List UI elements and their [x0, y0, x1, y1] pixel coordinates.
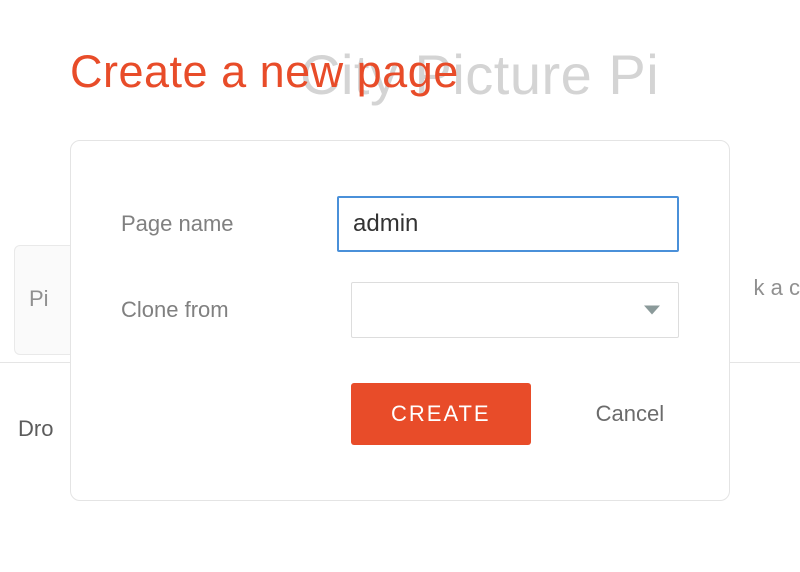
background-drop-text: Dro [18, 416, 53, 442]
clone-from-row: Clone from [121, 282, 679, 338]
background-box-text: Pi [29, 286, 49, 311]
chevron-down-icon [644, 306, 660, 315]
clone-from-label: Clone from [121, 297, 351, 323]
page-name-input[interactable] [337, 196, 679, 252]
create-page-dialog: Page name Clone from CREATE Cancel [70, 140, 730, 501]
page-name-row: Page name [121, 196, 679, 252]
cancel-button[interactable]: Cancel [596, 401, 664, 427]
dialog-buttons: CREATE Cancel [121, 383, 679, 445]
dialog-title: Create a new page [70, 46, 459, 98]
background-right-text: k a c [754, 275, 800, 301]
create-button[interactable]: CREATE [351, 383, 531, 445]
page-name-label: Page name [121, 211, 337, 237]
clone-from-select[interactable] [351, 282, 679, 338]
